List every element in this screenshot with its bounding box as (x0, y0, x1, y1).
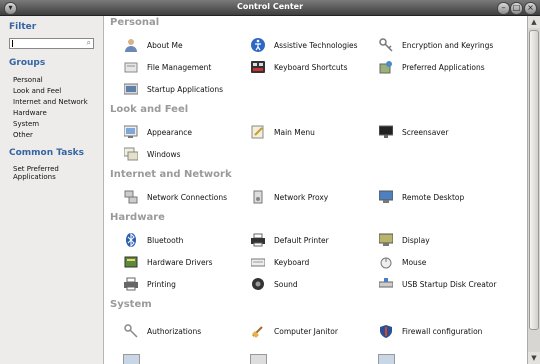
firewall-icon (378, 324, 393, 339)
printing-icon (123, 277, 138, 292)
control-center-window: ▾ Control Center – □ × Filter ⌕ Groups P… (0, 0, 540, 364)
scroll-up-button[interactable]: ▲ (528, 16, 540, 28)
section-title-hardware: Hardware (110, 212, 165, 223)
launcher-mouse[interactable]: Mouse (378, 253, 426, 271)
launcher-startup-applications[interactable]: Startup Applications (123, 80, 223, 98)
launcher-display[interactable]: Display (378, 231, 430, 249)
launcher-authorizations[interactable]: Authorizations (123, 322, 201, 340)
section-title-personal: Personal (110, 17, 160, 28)
section-title-look-and-feel: Look and Feel (110, 104, 189, 115)
launcher-encryption-and-keyrings[interactable]: Encryption and Keyrings (378, 36, 493, 54)
launcher-network-connections[interactable]: Network Connections (123, 188, 227, 206)
task-set-preferred-applications[interactable]: Set Preferred Applications (13, 165, 103, 181)
launcher-main-menu[interactable]: Main Menu (250, 123, 315, 141)
launcher-usb-startup-disk-creator[interactable]: USB Startup Disk Creator (378, 275, 496, 293)
usb-disk-icon (378, 277, 393, 292)
partial-launcher-icon[interactable] (250, 354, 267, 364)
network-icon (123, 190, 138, 205)
window-title: Control Center (236, 2, 304, 11)
launcher-printing[interactable]: Printing (123, 275, 176, 293)
launcher-keyboard[interactable]: Keyboard (250, 253, 309, 271)
remote-desktop-icon (378, 190, 393, 205)
launcher-computer-janitor[interactable]: Computer Janitor (250, 322, 338, 340)
launcher-hardware-drivers[interactable]: Hardware Drivers (123, 253, 213, 271)
groups-heading: Groups (9, 58, 46, 68)
launcher-remote-desktop[interactable]: Remote Desktop (378, 188, 464, 206)
screensaver-icon (378, 125, 393, 140)
launcher-file-management[interactable]: File Management (123, 58, 211, 76)
scroll-thumb[interactable] (529, 30, 539, 330)
minimize-button[interactable]: – (497, 2, 510, 15)
partial-launcher-icon[interactable] (123, 354, 140, 364)
person-icon (123, 38, 138, 53)
group-hardware[interactable]: Hardware (13, 109, 47, 117)
windows-icon (123, 147, 138, 162)
launcher-appearance[interactable]: Appearance (123, 123, 192, 141)
section-title-internet-and-network: Internet and Network (110, 169, 232, 180)
display-icon (378, 233, 393, 248)
launcher-sound[interactable]: Sound (250, 275, 298, 293)
close-button[interactable]: × (524, 2, 537, 15)
launcher-bluetooth[interactable]: Bluetooth (123, 231, 183, 249)
text-cursor (12, 40, 13, 47)
group-other[interactable]: Other (13, 131, 33, 139)
keyboard-icon (250, 255, 265, 270)
file-manager-icon (123, 60, 138, 75)
janitor-icon (250, 324, 265, 339)
mouse-icon (378, 255, 393, 270)
group-internet-and-network[interactable]: Internet and Network (13, 98, 88, 106)
common-tasks-heading: Common Tasks (9, 148, 85, 158)
sidebar: Filter ⌕ Groups Personal Look and Feel I… (0, 16, 104, 364)
scroll-down-button[interactable]: ▼ (528, 352, 540, 364)
filter-heading: Filter (9, 22, 37, 32)
accessibility-icon (250, 38, 265, 53)
content-pane: Personal About Me Assistive Technologies… (104, 16, 527, 364)
keyring-icon (378, 38, 393, 53)
drivers-icon (123, 255, 138, 270)
proxy-icon (250, 190, 265, 205)
keyboard-shortcuts-icon (250, 60, 265, 75)
startup-apps-icon (123, 82, 138, 97)
section-title-system: System (110, 299, 152, 310)
appearance-icon (123, 125, 138, 140)
search-icon[interactable]: ⌕ (87, 38, 91, 48)
group-personal[interactable]: Personal (13, 76, 43, 84)
search-input[interactable]: ⌕ (9, 38, 94, 49)
preferred-apps-icon (378, 60, 393, 75)
title-bar[interactable]: ▾ Control Center – □ × (0, 0, 540, 16)
launcher-firewall-configuration[interactable]: Firewall configuration (378, 322, 482, 340)
launcher-about-me[interactable]: About Me (123, 36, 183, 54)
launcher-network-proxy[interactable]: Network Proxy (250, 188, 328, 206)
main-menu-icon (250, 125, 265, 140)
sound-icon (250, 277, 265, 292)
group-look-and-feel[interactable]: Look and Feel (13, 87, 61, 95)
launcher-preferred-applications[interactable]: Preferred Applications (378, 58, 485, 76)
bluetooth-icon (123, 233, 138, 248)
authorizations-icon (123, 324, 138, 339)
launcher-assistive-technologies[interactable]: Assistive Technologies (250, 36, 358, 54)
launcher-keyboard-shortcuts[interactable]: Keyboard Shortcuts (250, 58, 348, 76)
launcher-windows[interactable]: Windows (123, 145, 180, 163)
partial-launcher-icon[interactable] (378, 354, 395, 364)
maximize-button[interactable]: □ (510, 2, 523, 15)
launcher-default-printer[interactable]: Default Printer (250, 231, 329, 249)
vertical-scrollbar[interactable]: ▲ ▼ (527, 16, 540, 364)
launcher-screensaver[interactable]: Screensaver (378, 123, 448, 141)
group-system[interactable]: System (13, 120, 39, 128)
printer-icon (250, 233, 265, 248)
